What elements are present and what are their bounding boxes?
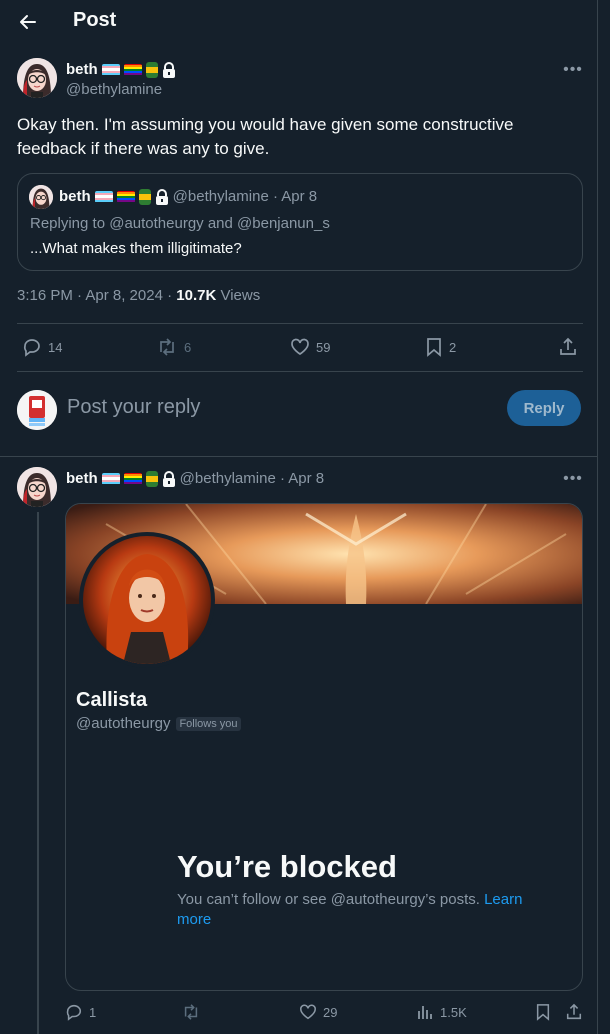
- views-label: Views: [216, 287, 261, 304]
- views-count: 1.5K: [440, 1004, 467, 1020]
- reply-count: 14: [48, 339, 63, 355]
- bookmark-icon[interactable]: [535, 1003, 551, 1021]
- lock-icon: [155, 188, 169, 205]
- divider: [0, 456, 598, 457]
- trans-flag-icon: [94, 190, 113, 203]
- profile-card[interactable]: Callista @autotheurgy Follows you You’re…: [65, 503, 583, 991]
- profile-name: Callista: [76, 689, 148, 711]
- reply-button[interactable]: Reply: [507, 390, 581, 426]
- blocked-text: You can’t follow or see @autotheurgy’s p…: [177, 891, 485, 908]
- rainbow-flag-icon: [116, 190, 135, 203]
- post-time[interactable]: 3:16 PM · Apr 8, 2024 ·: [17, 287, 176, 304]
- trans-flag-icon: [101, 63, 120, 76]
- reply-input[interactable]: Post your reply: [67, 396, 200, 419]
- more-options-icon[interactable]: •••: [561, 58, 585, 82]
- views-count: 10.7K: [176, 287, 217, 304]
- current-user-avatar[interactable]: [17, 390, 57, 430]
- reply-author-row: beth @bethylamine · Apr 8: [66, 470, 324, 487]
- avatar[interactable]: [17, 467, 57, 507]
- quoted-post[interactable]: beth @bethylamine · Apr 8 Replying to @a…: [17, 173, 583, 271]
- can-icon: [145, 61, 158, 78]
- profile-handle: @autotheurgy: [76, 715, 171, 732]
- profile-picture: [79, 532, 215, 668]
- reply-action[interactable]: 14: [22, 337, 62, 357]
- bookmark-action[interactable]: 2: [425, 337, 456, 357]
- reply-author-name[interactable]: beth: [66, 470, 98, 487]
- post-meta: 3:16 PM · Apr 8, 2024 · 10.7K Views: [17, 287, 260, 304]
- share-icon[interactable]: [558, 337, 578, 357]
- quote-author-name: beth: [59, 188, 91, 205]
- back-arrow-icon[interactable]: [14, 8, 42, 36]
- blocked-title: You’re blocked: [177, 849, 397, 884]
- lock-icon: [162, 470, 176, 487]
- quote-avatar: [29, 185, 53, 209]
- reply-handle-date[interactable]: @bethylamine · Apr 8: [180, 470, 324, 487]
- follows-you-badge: Follows you: [176, 716, 241, 731]
- header: Post: [0, 0, 598, 42]
- like-count: 29: [323, 1004, 338, 1020]
- like-action[interactable]: 29: [299, 1003, 337, 1021]
- divider: [17, 323, 583, 324]
- like-action[interactable]: 59: [290, 337, 330, 357]
- heart-icon: [299, 1003, 317, 1021]
- share-icon[interactable]: [565, 1003, 583, 1021]
- divider: [17, 371, 583, 372]
- bookmark-count: 2: [449, 339, 457, 355]
- repost-count: 6: [184, 339, 192, 355]
- can-icon: [145, 470, 158, 487]
- analytics-icon: [416, 1003, 434, 1021]
- post-text: Okay then. I'm assuming you would have g…: [17, 115, 514, 158]
- can-icon: [138, 188, 151, 205]
- trans-flag-icon: [101, 472, 120, 485]
- heart-icon: [290, 337, 310, 357]
- lock-icon: [162, 61, 176, 78]
- page-title: Post: [73, 9, 117, 31]
- blocked-message: You can’t follow or see @autotheurgy’s p…: [177, 890, 537, 930]
- avatar[interactable]: [17, 58, 57, 98]
- reply-icon: [22, 337, 42, 357]
- reply-action[interactable]: 1: [65, 1003, 96, 1021]
- reply-icon: [65, 1003, 83, 1021]
- repost-action[interactable]: 6: [156, 337, 191, 357]
- reply-count: 1: [89, 1004, 97, 1020]
- repost-icon: [156, 337, 178, 357]
- author-handle[interactable]: @bethylamine: [66, 81, 162, 98]
- author-name[interactable]: beth: [66, 61, 98, 78]
- rainbow-flag-icon: [123, 63, 142, 76]
- bookmark-icon: [425, 337, 443, 357]
- views-action[interactable]: 1.5K: [416, 1003, 467, 1021]
- quote-replying-to: Replying to @autotheurgy and @benjanun_s: [30, 215, 330, 232]
- main-column: Post beth @bethylamine ••• Okay then. I'…: [0, 0, 598, 1034]
- rainbow-flag-icon: [123, 472, 142, 485]
- post-author-row: beth: [66, 61, 176, 78]
- scrollbar[interactable]: [598, 0, 610, 1034]
- quote-handle-date: @bethylamine · Apr 8: [172, 188, 318, 205]
- quote-text: ...What makes them illigitimate?: [30, 240, 242, 257]
- repost-icon[interactable]: [181, 1003, 201, 1021]
- more-options-icon[interactable]: •••: [561, 467, 585, 491]
- like-count: 59: [316, 339, 331, 355]
- profile-handle-row: @autotheurgy Follows you: [76, 715, 241, 732]
- thread-line: [37, 512, 39, 1034]
- quote-author-row: beth @bethylamine · Apr 8: [59, 188, 317, 205]
